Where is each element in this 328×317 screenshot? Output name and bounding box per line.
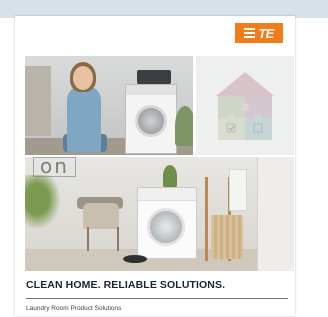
washing-machine-image — [125, 84, 177, 154]
washing-machine-image — [137, 187, 197, 259]
divider — [26, 298, 288, 299]
photo-woman-laundry — [25, 56, 193, 155]
cover-subtitle: Laundry Room Product Solutions — [26, 305, 122, 312]
puzzle-house-graphic — [196, 56, 294, 155]
logo-text: TE — [258, 25, 274, 41]
house-puzzle-icon — [216, 72, 274, 140]
photo-laundry-room: on — [25, 157, 294, 271]
logo-stripes-icon — [244, 28, 256, 38]
folded-clothes — [137, 70, 171, 84]
te-logo: TE — [235, 23, 283, 43]
laundry-basket-image — [211, 215, 243, 259]
cover-headline: CLEAN HOME. RELIABLE SOLUTIONS. — [26, 279, 226, 291]
robot-vacuum-image — [123, 255, 147, 263]
brochure-cover[interactable]: TE on CLEAN HOME. RELIABLE SOLUTIONS. La… — [15, 16, 295, 316]
background-letters: on — [33, 157, 76, 177]
